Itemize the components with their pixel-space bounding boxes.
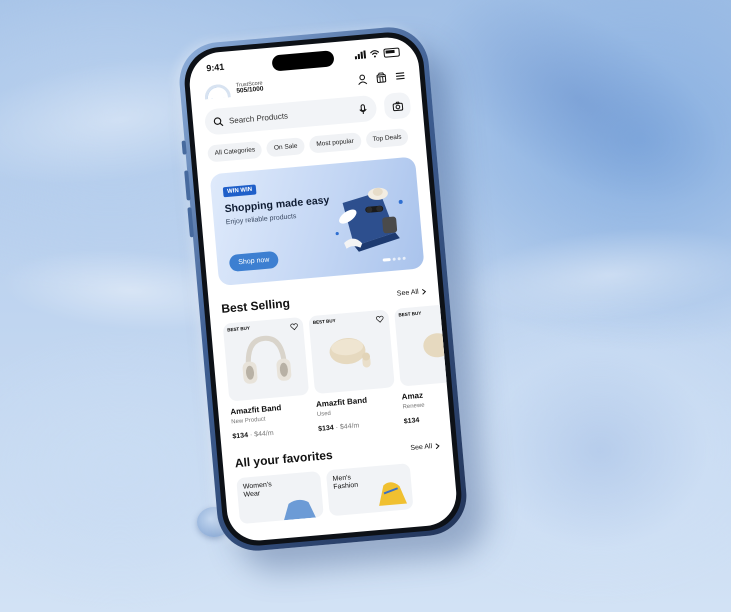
- user-icon[interactable]: [356, 73, 368, 85]
- headphones-image: [242, 335, 292, 384]
- chip-top-deals[interactable]: Top Deals: [365, 128, 410, 149]
- favorite-card-mens-fashion[interactable]: Men's Fashion: [325, 463, 414, 517]
- banner-title: Shopping made easy: [224, 194, 330, 216]
- menu-icon[interactable]: [394, 70, 406, 82]
- best-selling-title: Best Selling: [220, 295, 291, 316]
- shopping-bag-illustration: [335, 187, 403, 252]
- see-all-label: See All: [410, 442, 433, 452]
- camera-search-button[interactable]: [383, 91, 412, 120]
- price-value: $134: [232, 432, 249, 441]
- best-selling-see-all[interactable]: See All: [397, 287, 427, 297]
- chip-most-popular[interactable]: Most popular: [308, 132, 362, 154]
- earbuds-case-image: [329, 338, 371, 368]
- price-value: $134: [403, 417, 420, 426]
- promo-banner[interactable]: WIN WIN Shopping made easy Enjoy reliabl…: [209, 156, 425, 287]
- clothing-image: [284, 499, 316, 521]
- monthly-price: $44/m: [253, 429, 274, 439]
- chevron-right-icon: [435, 442, 440, 449]
- favorite-card-womens-wear[interactable]: Women's Wear: [236, 470, 324, 525]
- phone-mockup: 9:41 TrustScore 505/1000 Search Products…: [176, 24, 470, 554]
- chevron-right-icon: [421, 288, 427, 295]
- wifi-icon: [370, 50, 380, 58]
- banner-subtitle: Enjoy reliable products: [225, 213, 297, 227]
- camera-icon: [392, 101, 403, 111]
- chip-all-categories[interactable]: All Categories: [207, 140, 263, 163]
- search-icon: [213, 116, 224, 126]
- app-screen: 9:41 TrustScore 505/1000 Search Products…: [187, 34, 459, 544]
- battery-icon: [383, 46, 400, 58]
- banner-pagination[interactable]: [382, 256, 406, 262]
- search-input[interactable]: Search Products: [229, 105, 353, 125]
- see-all-label: See All: [396, 288, 419, 298]
- mic-icon[interactable]: [357, 103, 369, 115]
- shop-now-button[interactable]: Shop now: [228, 250, 280, 273]
- store-icon[interactable]: [375, 71, 387, 83]
- status-time: 9:41: [205, 61, 225, 74]
- trust-score-value: 505/1000: [236, 85, 264, 96]
- monthly-price: $44/m: [339, 422, 360, 432]
- favorites-see-all[interactable]: See All: [410, 442, 440, 452]
- price-value: $134: [317, 424, 335, 433]
- trust-score[interactable]: TrustScore 505/1000: [203, 80, 264, 100]
- win-win-badge: WIN WIN: [222, 184, 257, 198]
- chip-on-sale[interactable]: On Sale: [266, 137, 306, 158]
- product-card[interactable]: BEST BUY Amazfit Band New Product $134 ·: [222, 316, 313, 441]
- signal-icon: [354, 50, 367, 60]
- trust-gauge-icon: [203, 83, 231, 100]
- shoe-image: [379, 482, 408, 506]
- best-selling-list: BEST BUY Amazfit Band New Product $134 ·: [210, 301, 459, 446]
- product-card[interactable]: BEST BUY Amazfit Band Used $134 · $44/m: [308, 309, 398, 433]
